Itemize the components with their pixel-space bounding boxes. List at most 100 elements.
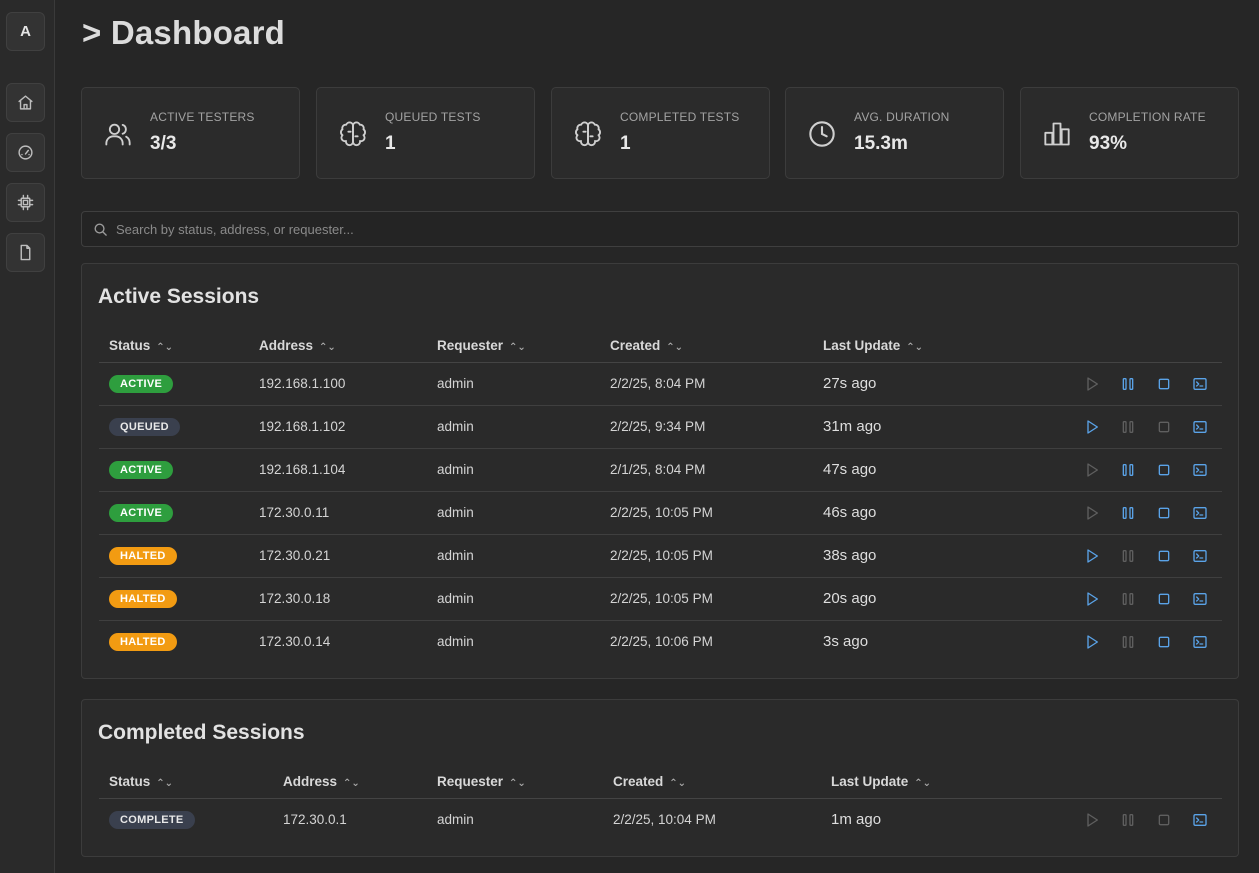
terminal-button[interactable] [1192, 548, 1208, 564]
play-button[interactable] [1084, 419, 1100, 435]
pause-icon [1120, 419, 1136, 435]
pause-button[interactable] [1120, 634, 1136, 650]
terminal-icon [1192, 419, 1208, 435]
column-header-last-update[interactable]: Last Update ⌃⌄ [813, 329, 1043, 363]
requester-cell: admin [427, 491, 600, 535]
play-icon [1084, 462, 1100, 478]
actions-cell [1043, 491, 1222, 535]
status-cell: ACTIVE [99, 362, 249, 406]
requester-cell: admin [427, 448, 600, 492]
stop-button[interactable] [1156, 548, 1172, 564]
sort-icon: ⌃⌄ [509, 341, 526, 353]
pause-icon [1120, 376, 1136, 392]
stop-icon [1156, 634, 1172, 650]
play-icon [1084, 548, 1100, 564]
play-button[interactable] [1084, 591, 1100, 607]
terminal-button[interactable] [1192, 376, 1208, 392]
pause-button[interactable] [1120, 591, 1136, 607]
pause-button[interactable] [1120, 548, 1136, 564]
column-header-status[interactable]: Status ⌃⌄ [99, 329, 249, 363]
terminal-button[interactable] [1192, 419, 1208, 435]
pause-button[interactable] [1120, 376, 1136, 392]
nav-file[interactable] [6, 233, 45, 272]
terminal-button[interactable] [1192, 591, 1208, 607]
user-avatar[interactable]: A [6, 12, 45, 51]
terminal-icon [1192, 634, 1208, 650]
column-header-status[interactable]: Status ⌃⌄ [99, 765, 273, 799]
table-row: ACTIVE 192.168.1.100 admin 2/2/25, 8:04 PM 2… [99, 362, 1222, 406]
column-header-created[interactable]: Created ⌃⌄ [603, 765, 821, 799]
pause-button[interactable] [1120, 812, 1136, 828]
table-row: ACTIVE 172.30.0.11 admin 2/2/25, 10:05 PM 46… [99, 491, 1222, 535]
stop-icon [1156, 505, 1172, 521]
status-cell: HALTED [99, 620, 249, 663]
stop-icon [1156, 462, 1172, 478]
table-row: HALTED 172.30.0.14 admin 2/2/25, 10:06 PM 3s… [99, 620, 1222, 663]
stat-label: COMPLETED TESTS [620, 110, 740, 124]
last-update-cell: 1m ago [831, 811, 882, 829]
table-row: HALTED 172.30.0.18 admin 2/2/25, 10:05 PM 20… [99, 577, 1222, 621]
terminal-button[interactable] [1192, 634, 1208, 650]
gauge-icon [18, 145, 33, 160]
nav-home[interactable] [6, 83, 45, 122]
play-button[interactable] [1084, 462, 1100, 478]
column-header-created[interactable]: Created ⌃⌄ [600, 329, 813, 363]
stop-button[interactable] [1156, 376, 1172, 392]
play-button[interactable] [1084, 812, 1100, 828]
stop-button[interactable] [1156, 505, 1172, 521]
play-button[interactable] [1084, 634, 1100, 650]
stat-value: 93% [1089, 133, 1128, 154]
search-input[interactable] [116, 212, 1226, 246]
column-header-address[interactable]: Address ⌃⌄ [249, 329, 427, 363]
terminal-icon [1192, 376, 1208, 392]
terminal-button[interactable] [1192, 505, 1208, 521]
pause-button[interactable] [1120, 419, 1136, 435]
created-cell: 2/2/25, 10:05 PM [600, 534, 813, 578]
play-button[interactable] [1084, 548, 1100, 564]
created-cell: 2/2/25, 8:04 PM [600, 362, 813, 406]
play-button[interactable] [1084, 505, 1100, 521]
sort-icon: ⌃⌄ [914, 777, 932, 789]
stop-button[interactable] [1156, 591, 1172, 607]
column-header-last-update[interactable]: Last Update ⌃⌄ [821, 765, 1051, 799]
terminal-button[interactable] [1192, 812, 1208, 828]
sidebar: A [0, 0, 55, 873]
status-badge: HALTED [109, 589, 177, 608]
nav-gauge[interactable] [6, 133, 45, 172]
bar-chart-icon [1043, 120, 1071, 148]
sort-icon: ⌃⌄ [319, 341, 336, 353]
status-badge: ACTIVE [109, 460, 174, 479]
pause-button[interactable] [1120, 505, 1136, 521]
pause-button[interactable] [1120, 462, 1136, 478]
stop-button[interactable] [1156, 462, 1172, 478]
address-cell: 192.168.1.100 [249, 362, 427, 406]
terminal-icon [1192, 812, 1208, 828]
requester-cell: admin [427, 405, 600, 449]
stop-button[interactable] [1156, 634, 1172, 650]
sort-icon: ⌃⌄ [343, 777, 360, 789]
stat-label: AVG. DURATION [854, 110, 950, 124]
play-button[interactable] [1084, 376, 1100, 392]
sort-icon: ⌃⌄ [666, 341, 684, 353]
requester-cell: admin [427, 577, 600, 621]
column-header-address[interactable]: Address ⌃⌄ [273, 765, 427, 799]
stat-card-completion-rate: COMPLETION RATE 93% [1020, 87, 1239, 179]
sort-icon: ⌃⌄ [906, 341, 924, 353]
active-sessions-panel: Active Sessions Status ⌃⌄ Address ⌃⌄ Reque… [81, 263, 1239, 679]
column-header-requester[interactable]: Requester ⌃⌄ [427, 329, 600, 363]
stop-button[interactable] [1156, 419, 1172, 435]
nav-chip[interactable] [6, 183, 45, 222]
sort-icon: ⌃⌄ [509, 777, 526, 789]
terminal-button[interactable] [1192, 462, 1208, 478]
stop-icon [1156, 812, 1172, 828]
stop-icon [1156, 548, 1172, 564]
column-header-requester[interactable]: Requester ⌃⌄ [427, 765, 603, 799]
play-icon [1084, 419, 1100, 435]
pause-icon [1120, 634, 1136, 650]
search-bar [81, 211, 1239, 247]
completed-sessions-panel: Completed Sessions Status ⌃⌄ Address ⌃⌄ Re… [81, 699, 1239, 857]
created-cell: 2/2/25, 10:06 PM [610, 634, 713, 650]
stop-button[interactable] [1156, 812, 1172, 828]
status-badge: HALTED [109, 546, 177, 565]
terminal-icon [1192, 462, 1208, 478]
